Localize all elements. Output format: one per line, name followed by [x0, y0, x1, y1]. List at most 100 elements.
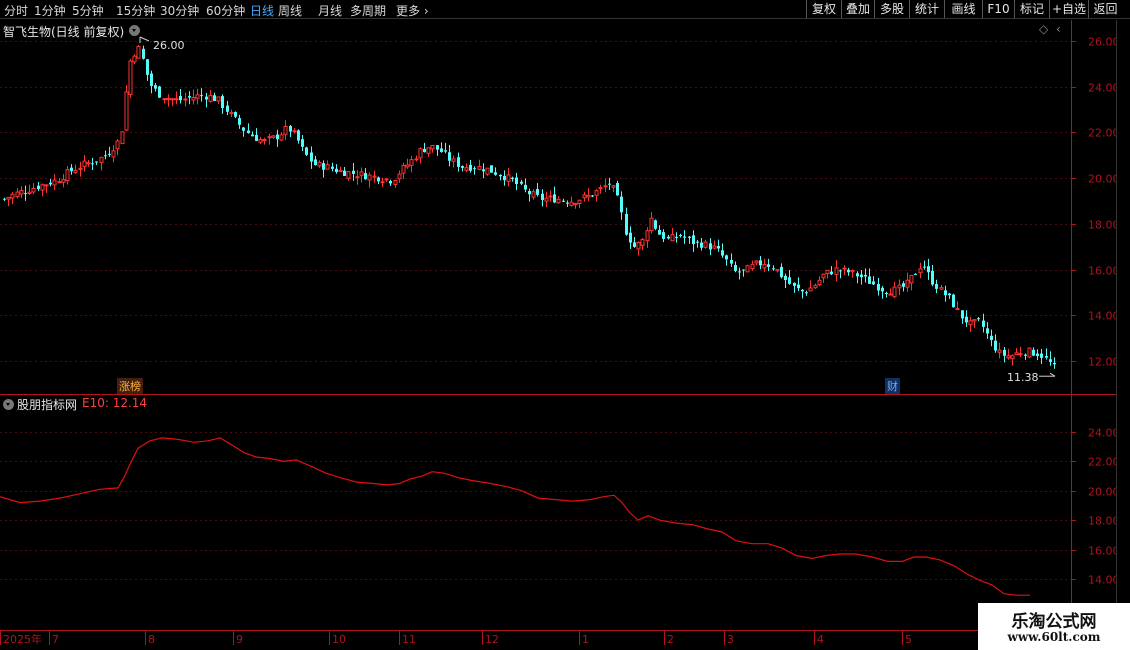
ind-tick-label-5: 14.00: [1088, 574, 1120, 587]
candle-body: [205, 96, 208, 100]
candle-body: [503, 175, 506, 181]
candle-body: [762, 264, 767, 269]
candle-body: [780, 266, 783, 278]
collapse-icon[interactable]: ‹: [1056, 22, 1061, 36]
candle-body: [569, 201, 574, 206]
candle-body: [725, 255, 728, 260]
candle-body: [750, 263, 755, 269]
candle-body: [166, 98, 171, 101]
candle-body: [457, 157, 460, 167]
candle-body: [524, 184, 527, 190]
candle-body: [868, 276, 871, 284]
candle-body: [972, 319, 977, 322]
ind-tick-label-2: 20.00: [1088, 486, 1120, 499]
candle-body: [864, 274, 867, 277]
candle-body: [591, 195, 594, 197]
candle-body: [968, 320, 973, 326]
candle-body: [1036, 353, 1039, 357]
watermark-title: 乐淘公式网: [1011, 612, 1097, 632]
ind-tick-label-1: 22.00: [1088, 456, 1120, 469]
candle-body: [506, 174, 511, 182]
candle-body: [335, 168, 338, 172]
x-label-2: 8: [148, 633, 155, 646]
candle-body: [927, 266, 930, 273]
candle-body: [856, 273, 859, 277]
candle-body: [200, 95, 203, 97]
candle-body: [179, 96, 182, 101]
candle-body: [658, 229, 661, 235]
ind-tick-label-0: 24.00: [1088, 427, 1120, 440]
candle-body: [1010, 355, 1015, 360]
candle-body: [414, 158, 419, 161]
candle-body: [393, 180, 398, 185]
candle-body: [556, 198, 561, 204]
candle-body: [440, 148, 443, 153]
candle-body: [817, 279, 822, 286]
candle-body: [767, 264, 770, 267]
candle-body: [700, 242, 703, 248]
candle-body: [423, 148, 426, 153]
candle-body: [251, 134, 254, 137]
candle-body: [738, 271, 741, 273]
candle-body: [881, 287, 884, 292]
candle-body: [825, 269, 830, 275]
candle-body: [1040, 353, 1043, 358]
ind-tick-label-4: 16.00: [1088, 545, 1120, 558]
candle-body: [108, 153, 111, 155]
indicator-menu-button[interactable]: [3, 399, 14, 410]
candle-body: [793, 282, 796, 286]
diamond-icon[interactable]: ◇: [1039, 22, 1048, 36]
event-tag-finance[interactable]: 财: [885, 378, 900, 394]
main-tick-label-4: 18.00: [1088, 219, 1120, 232]
candle-body: [1006, 355, 1011, 359]
price-chart[interactable]: 26.00 24.00 22.00 20.00 18.00 16.00 14.00 12.00…: [0, 0, 1130, 650]
candle-body: [380, 181, 385, 184]
x-label-11: 5: [905, 633, 912, 646]
candle-body: [120, 131, 125, 145]
candle-body: [15, 191, 20, 198]
candle-body: [994, 340, 997, 351]
candle-body: [477, 166, 482, 170]
candle-body: [111, 150, 116, 158]
event-tag-limit-up[interactable]: 涨榜: [117, 378, 143, 394]
candle-body: [49, 182, 52, 185]
candle-body: [343, 170, 346, 176]
candle-body: [888, 293, 893, 296]
candle-body: [405, 164, 410, 168]
candle-body: [82, 160, 87, 167]
candle-body: [188, 96, 191, 98]
candle-body: [1027, 347, 1032, 358]
candle-body: [174, 98, 179, 101]
candle-body: [860, 274, 863, 278]
main-tick-label-3: 20.00: [1088, 173, 1120, 186]
candle-body: [562, 200, 565, 202]
candle-body: [305, 147, 308, 155]
candle-body: [745, 265, 750, 273]
candle-body: [401, 164, 406, 174]
candle-body: [258, 139, 263, 143]
candle-body: [772, 268, 775, 270]
candle-body: [625, 213, 628, 235]
candle-body: [670, 234, 675, 242]
candle-body: [377, 177, 380, 182]
indicator-title: 股朋指标网: [17, 398, 78, 412]
main-tick-label-2: 22.00: [1088, 127, 1120, 140]
candle-body: [598, 187, 603, 190]
candle-body: [10, 193, 15, 199]
candle-body: [948, 293, 951, 296]
candle-body: [234, 112, 237, 117]
candle-body: [317, 161, 322, 167]
title-menu-button[interactable]: [129, 25, 140, 36]
candle-body: [813, 285, 818, 289]
candle-body: [461, 166, 464, 168]
low-marker-label: 11.38: [1007, 371, 1039, 384]
candle-body: [310, 152, 313, 162]
candle-body: [885, 293, 888, 295]
candle-body: [490, 165, 493, 173]
candle-body: [977, 318, 980, 320]
candle-body: [226, 105, 229, 112]
candle-body: [608, 183, 611, 185]
candle-body: [142, 48, 145, 59]
stock-title: 智飞生物(日线 前复权): [3, 25, 125, 39]
candle-body: [136, 45, 141, 59]
